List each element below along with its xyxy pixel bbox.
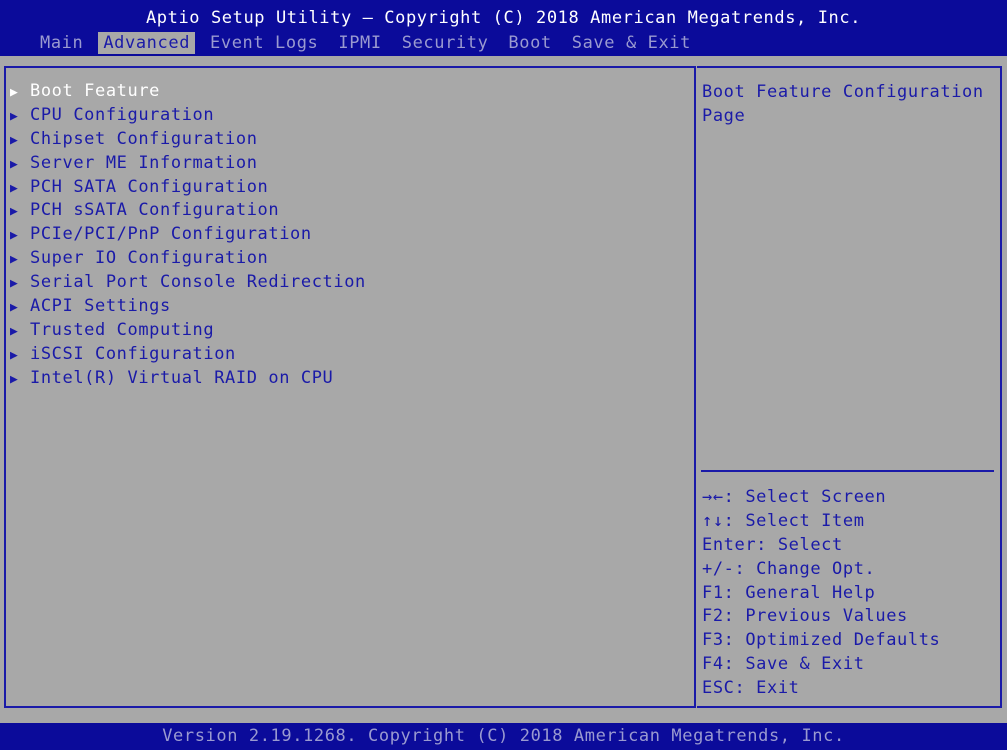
tab-ipmi[interactable]: IPMI [333,32,386,54]
tab-bar: Main Advanced Event Logs IPMI Security B… [35,32,706,54]
menu-item-label: Super IO Configuration [30,248,269,269]
menu-item-serial-port-console-redirection[interactable]: ▶ Serial Port Console Redirection [10,271,366,295]
menu-item-pch-sata-configuration[interactable]: ▶ PCH SATA Configuration [10,176,366,200]
menu-item-label: ACPI Settings [30,296,171,317]
menu-item-label: PCH sSATA Configuration [30,200,280,221]
menu-item-label: iSCSI Configuration [30,343,236,364]
tab-advanced[interactable]: Advanced [98,32,196,54]
key-hint-f1: F1: General Help [702,582,876,603]
submenu-arrow-icon: ▶ [10,371,19,387]
item-help-text: Boot Feature Configuration Page [702,82,984,126]
submenu-arrow-icon: ▶ [10,85,19,100]
menu-item-chipset-configuration[interactable]: ▶ Chipset Configuration [10,128,366,152]
key-legend: →←: Select Screen ↑↓: Select Item Enter:… [702,486,940,701]
help-panel: Boot Feature Configuration Page →←: Sele… [697,66,1002,708]
menu-item-iscsi-configuration[interactable]: ▶ iSCSI Configuration [10,343,366,367]
menu-item-super-io-configuration[interactable]: ▶ Super IO Configuration [10,247,366,271]
tab-security[interactable]: Security [397,32,494,54]
menu-item-pch-ssata-configuration[interactable]: ▶ PCH sSATA Configuration [10,199,366,223]
menu-item-server-me-information[interactable]: ▶ Server ME Information [10,152,366,176]
menu-item-acpi-settings[interactable]: ▶ ACPI Settings [10,295,366,319]
submenu-arrow-icon: ▶ [10,323,19,339]
menu-item-cpu-configuration[interactable]: ▶ CPU Configuration [10,104,366,128]
menu-item-label: CPU Configuration [30,104,215,125]
submenu-arrow-icon: ▶ [10,276,19,292]
app-title: Aptio Setup Utility – Copyright (C) 2018… [145,8,862,28]
submenu-arrow-icon: ▶ [10,347,19,363]
menu-item-intel-virtual-raid-on-cpu[interactable]: ▶ Intel(R) Virtual RAID on CPU [10,367,366,391]
menu-item-label: PCIe/PCI/PnP Configuration [30,224,312,245]
key-hint-enter: Enter: Select [702,534,843,555]
menu-item-label: Trusted Computing [30,319,215,340]
submenu-arrow-icon: ▶ [10,204,19,220]
tab-save-exit[interactable]: Save & Exit [567,32,696,54]
menu-item-trusted-computing[interactable]: ▶ Trusted Computing [10,319,366,343]
submenu-arrow-icon: ▶ [10,300,19,316]
menu-item-label: Boot Feature [30,81,161,101]
key-hint-select-screen: →←: Select Screen [702,487,887,507]
key-hint-select-item: ↑↓: Select Item [702,510,865,531]
tab-boot[interactable]: Boot [503,32,556,54]
header-bar: Aptio Setup Utility – Copyright (C) 2018… [0,0,1007,56]
key-hint-esc: ESC: Exit [702,678,800,699]
tab-event-logs[interactable]: Event Logs [205,32,323,54]
help-divider [701,470,994,472]
menu-item-label: Serial Port Console Redirection [30,272,366,293]
submenu-arrow-icon: ▶ [10,252,19,268]
advanced-menu-panel: ▶ Boot Feature ▶ CPU Configuration ▶ Chipse… [4,66,696,708]
menu-item-label: Chipset Configuration [30,128,258,149]
menu-item-boot-feature[interactable]: ▶ Boot Feature [10,80,366,104]
submenu-arrow-icon: ▶ [10,108,19,124]
tab-main[interactable]: Main [35,32,88,54]
menu-item-label: Server ME Information [30,152,258,173]
key-hint-f4: F4: Save & Exit [702,654,865,675]
menu-item-label: PCH SATA Configuration [30,176,269,197]
submenu-arrow-icon: ▶ [10,228,19,244]
advanced-menu-list: ▶ Boot Feature ▶ CPU Configuration ▶ Chipse… [10,80,366,391]
version-footer: Version 2.19.1268. Copyright (C) 2018 Am… [0,723,1007,750]
key-hint-f3: F3: Optimized Defaults [702,630,941,651]
submenu-arrow-icon: ▶ [10,132,19,148]
submenu-arrow-icon: ▶ [10,156,19,172]
key-hint-change-opt: +/-: Change Opt. [702,558,876,579]
submenu-arrow-icon: ▶ [10,180,19,196]
menu-item-label: Intel(R) Virtual RAID on CPU [30,367,334,388]
menu-item-pcie-pci-pnp-configuration[interactable]: ▶ PCIe/PCI/PnP Configuration [10,223,366,247]
key-hint-f2: F2: Previous Values [702,606,908,627]
